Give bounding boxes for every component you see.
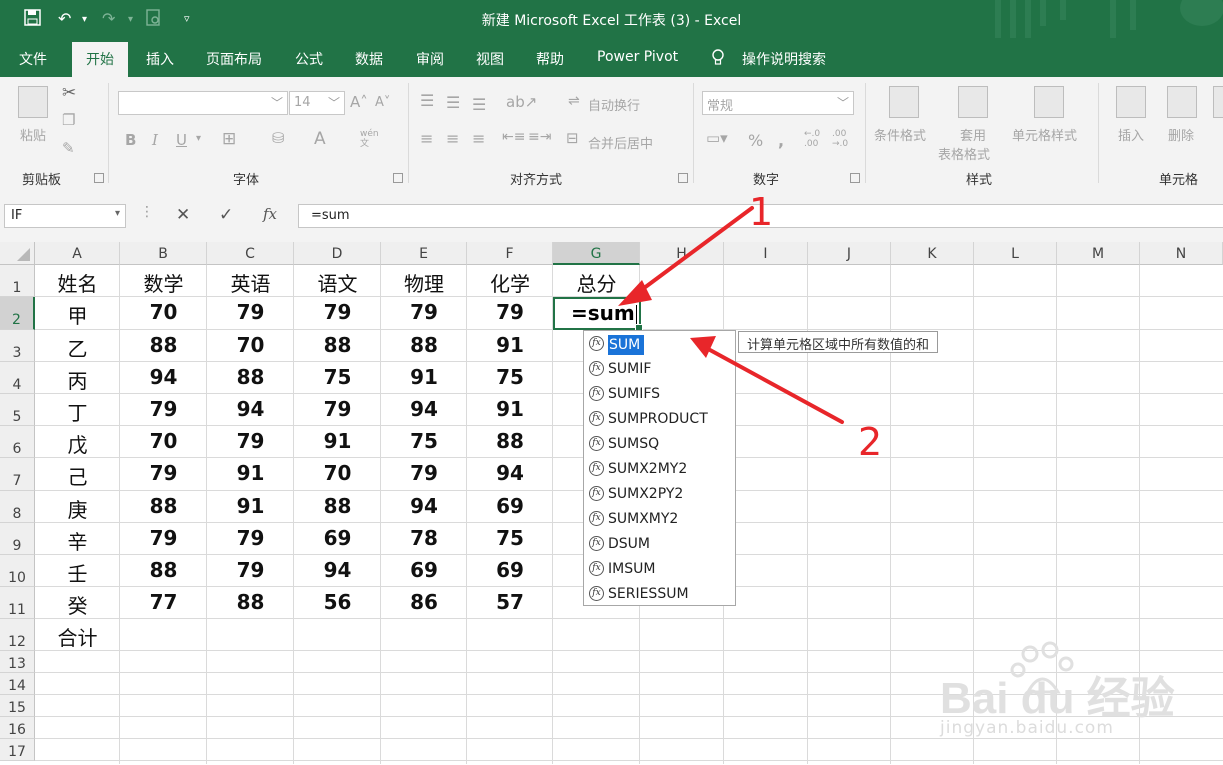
- watermark-logo-text: Bai du 经验: [940, 674, 1175, 723]
- annotation-marker-2: 2: [858, 420, 883, 464]
- annotation-arrow-1: [618, 206, 754, 306]
- watermark-url: jingyan.baidu.com: [940, 718, 1114, 738]
- annotation-marker-1: 1: [749, 190, 774, 234]
- baidu-watermark: Bai du 经验 jingyan.baidu.com: [940, 640, 1180, 750]
- annotation-arrow-2: [690, 336, 844, 424]
